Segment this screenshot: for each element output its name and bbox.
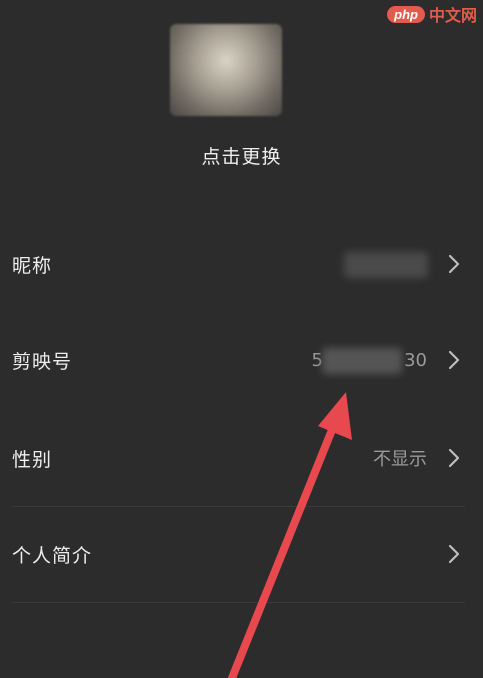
chevron-right-icon [448, 254, 460, 274]
jianying-id-suffix: 30 [404, 349, 427, 371]
watermark-php-logo: php [387, 5, 425, 23]
site-watermark: php 中文网 [387, 2, 477, 26]
nickname-label: 昵称 [12, 254, 53, 277]
bio-row[interactable]: 个人简介 [0, 506, 483, 602]
nickname-row[interactable]: 昵称 [0, 216, 483, 312]
gender-row[interactable]: 性别 不显示 [0, 410, 483, 506]
gender-label: 性别 [12, 448, 53, 471]
nickname-value-redacted [344, 252, 428, 278]
jianying-id-redacted [322, 348, 402, 374]
jianying-id-label: 剪映号 [12, 350, 73, 373]
avatar[interactable] [169, 24, 282, 116]
divider [12, 602, 465, 603]
watermark-site-name: 中文网 [428, 8, 477, 25]
jianying-id-row[interactable]: 剪映号 5 30 [0, 312, 483, 408]
chevron-right-icon [448, 350, 460, 370]
avatar-section: 点击更换 [0, 24, 483, 169]
chevron-right-icon [448, 448, 460, 468]
chevron-right-icon [448, 544, 460, 564]
gender-value: 不显示 [373, 449, 427, 470]
change-avatar-label[interactable]: 点击更换 [201, 142, 281, 169]
bio-label: 个人简介 [12, 544, 93, 567]
